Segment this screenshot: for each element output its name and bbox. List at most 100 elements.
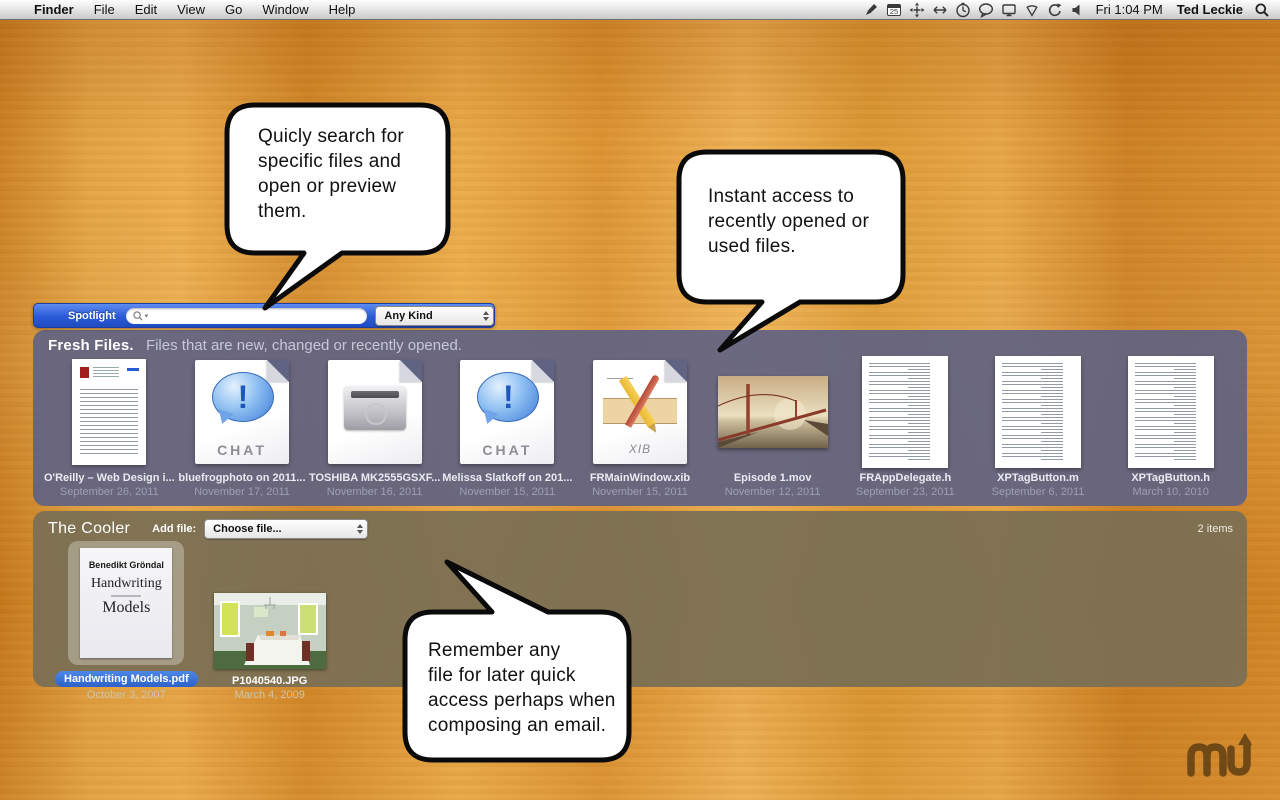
file-name: Episode 1.mov bbox=[734, 472, 812, 484]
hard-drive-icon bbox=[344, 386, 406, 430]
pen-icon[interactable] bbox=[863, 2, 879, 18]
page-with-fold: ! CHAT bbox=[195, 360, 289, 464]
file-date: November 16, 2011 bbox=[327, 486, 423, 498]
code-line-gaps bbox=[869, 363, 908, 461]
menu-bar: Finder File Edit View Go Window Help 25 … bbox=[0, 0, 1280, 20]
cooler-item-selected[interactable]: Benedikt Gröndal Handwriting Models Hand… bbox=[55, 541, 198, 701]
macupdate-logo bbox=[1186, 731, 1252, 779]
cooler-item[interactable]: P1040540.JPG March 4, 2009 bbox=[214, 593, 326, 701]
golden-gate-movie-frame bbox=[718, 376, 828, 448]
chat-icon[interactable] bbox=[978, 2, 994, 18]
fresh-files-list: O'Reilly – Web Design i... September 26,… bbox=[33, 356, 1247, 498]
menu-help[interactable]: Help bbox=[319, 0, 366, 19]
xib-label: XIB bbox=[593, 442, 687, 456]
menu-bar-user[interactable]: Ted Leckie bbox=[1173, 2, 1247, 17]
menu-finder[interactable]: Finder bbox=[24, 0, 84, 19]
file-name: P1040540.JPG bbox=[232, 675, 307, 687]
file-date: March 10, 2010 bbox=[1132, 486, 1208, 498]
menu-go[interactable]: Go bbox=[215, 0, 252, 19]
cooler-title: The Cooler bbox=[48, 520, 130, 538]
display-icon[interactable] bbox=[1001, 2, 1017, 18]
chat-document-icon[interactable]: ! CHAT bbox=[460, 356, 554, 468]
code-document-icon[interactable] bbox=[862, 356, 948, 468]
cover-title-line1: Handwriting bbox=[80, 576, 172, 592]
fresh-files-panel: Fresh Files. Files that are new, changed… bbox=[33, 330, 1247, 506]
page-with-fold bbox=[328, 360, 422, 464]
search-icon bbox=[132, 310, 144, 322]
add-file-label: Add file: bbox=[152, 523, 196, 535]
cover-author: Benedikt Gröndal bbox=[80, 548, 172, 570]
file-item[interactable]: ! CHAT bluefrogphoto on 2011... November… bbox=[176, 356, 309, 498]
menu-bar-status-area: 25 Fri 1:04 PM Ted Leckie bbox=[863, 2, 1280, 18]
page-with-fold: XIB bbox=[593, 360, 687, 464]
file-item[interactable]: XPTagButton.h March 10, 2010 bbox=[1104, 356, 1237, 498]
cover-subtitle-rule bbox=[111, 595, 141, 597]
sync-icon[interactable] bbox=[1047, 2, 1063, 18]
select-stepper-icon bbox=[357, 524, 363, 534]
document-text-lines bbox=[80, 389, 138, 457]
menu-edit[interactable]: Edit bbox=[125, 0, 167, 19]
fresh-files-title: Fresh Files. bbox=[48, 337, 134, 354]
letterhead-logo bbox=[80, 367, 89, 378]
file-name: XPTagButton.h bbox=[1131, 472, 1210, 484]
file-item[interactable]: XIB FRMainWindow.xib November 15, 2011 bbox=[574, 356, 707, 498]
photo-thumbnail bbox=[214, 593, 326, 669]
volume-icon[interactable] bbox=[1070, 2, 1086, 18]
menu-bar-left: Finder File Edit View Go Window Help bbox=[0, 0, 365, 19]
file-item[interactable]: XPTagButton.m September 6, 2011 bbox=[972, 356, 1105, 498]
file-date: September 6, 2011 bbox=[992, 486, 1085, 498]
file-item[interactable]: ! CHAT Melissa Slatkoff on 201... Novemb… bbox=[441, 356, 574, 498]
exclamation-glyph: ! bbox=[503, 381, 514, 413]
selection-highlight: Benedikt Gröndal Handwriting Models bbox=[68, 541, 184, 665]
file-name: FRAppDelegate.h bbox=[859, 472, 951, 484]
page-with-fold: ! CHAT bbox=[460, 360, 554, 464]
timer-icon[interactable] bbox=[955, 2, 971, 18]
file-name-selected[interactable]: Handwriting Models.pdf bbox=[55, 671, 198, 687]
letterhead-address bbox=[93, 367, 119, 379]
pdf-cover-thumbnail: Benedikt Gröndal Handwriting Models bbox=[80, 548, 172, 658]
file-item[interactable]: FRAppDelegate.h September 23, 2011 bbox=[839, 356, 972, 498]
file-date: November 17, 2011 bbox=[194, 486, 290, 498]
move-icon[interactable] bbox=[909, 2, 925, 18]
choose-file-select[interactable]: Choose file... bbox=[204, 519, 368, 539]
text-document-icon[interactable] bbox=[72, 356, 146, 468]
chat-document-icon[interactable]: ! CHAT bbox=[195, 356, 289, 468]
menu-view[interactable]: View bbox=[167, 0, 215, 19]
file-date: September 26, 2011 bbox=[60, 486, 159, 498]
file-date: October 3, 2007 bbox=[87, 689, 166, 701]
file-name: TOSHIBA MK2555GSXF... bbox=[309, 472, 440, 484]
cooler-panel: The Cooler Add file: Choose file... 2 it… bbox=[33, 511, 1247, 687]
chat-balloon-icon: ! bbox=[212, 372, 274, 422]
code-document-icon[interactable] bbox=[1128, 356, 1214, 468]
calendar-day: 25 bbox=[889, 7, 897, 16]
file-item[interactable]: TOSHIBA MK2555GSXF... November 16, 2011 bbox=[308, 356, 441, 498]
movie-thumbnail-icon[interactable] bbox=[718, 356, 828, 468]
airport-icon[interactable] bbox=[1024, 2, 1040, 18]
document-thumbnail bbox=[72, 359, 146, 465]
exclamation-glyph: ! bbox=[238, 381, 249, 413]
file-date: November 15, 2011 bbox=[592, 486, 688, 498]
choose-file-value: Choose file... bbox=[213, 523, 353, 535]
file-item[interactable]: Episode 1.mov November 12, 2011 bbox=[706, 356, 839, 498]
file-date: March 4, 2009 bbox=[235, 689, 305, 701]
file-item[interactable]: O'Reilly – Web Design i... September 26,… bbox=[43, 356, 176, 498]
speech-bubble-recent-text: Instant access to recently opened or use… bbox=[708, 184, 903, 259]
resize-icon[interactable] bbox=[932, 2, 948, 18]
drive-document-icon[interactable] bbox=[328, 356, 422, 468]
code-thumbnail bbox=[1128, 356, 1214, 468]
code-thumbnail bbox=[995, 356, 1081, 468]
menu-file[interactable]: File bbox=[84, 0, 125, 19]
spotlight-icon[interactable] bbox=[1254, 2, 1270, 18]
code-line-gaps bbox=[1135, 363, 1174, 461]
cooler-header: The Cooler Add file: Choose file... 2 it… bbox=[33, 511, 1247, 539]
menu-window[interactable]: Window bbox=[252, 0, 318, 19]
file-date: November 12, 2011 bbox=[725, 486, 821, 498]
calendar-icon[interactable]: 25 bbox=[886, 2, 902, 18]
speech-bubble-search-text: Quicly search for specific files and ope… bbox=[258, 124, 438, 224]
xib-document-icon[interactable]: XIB bbox=[593, 356, 687, 468]
file-name: bluefrogphoto on 2011... bbox=[178, 472, 305, 484]
code-document-icon[interactable] bbox=[995, 356, 1081, 468]
menu-bar-clock[interactable]: Fri 1:04 PM bbox=[1093, 2, 1166, 17]
file-name: XPTagButton.m bbox=[997, 472, 1079, 484]
chat-balloon-icon: ! bbox=[477, 372, 539, 422]
